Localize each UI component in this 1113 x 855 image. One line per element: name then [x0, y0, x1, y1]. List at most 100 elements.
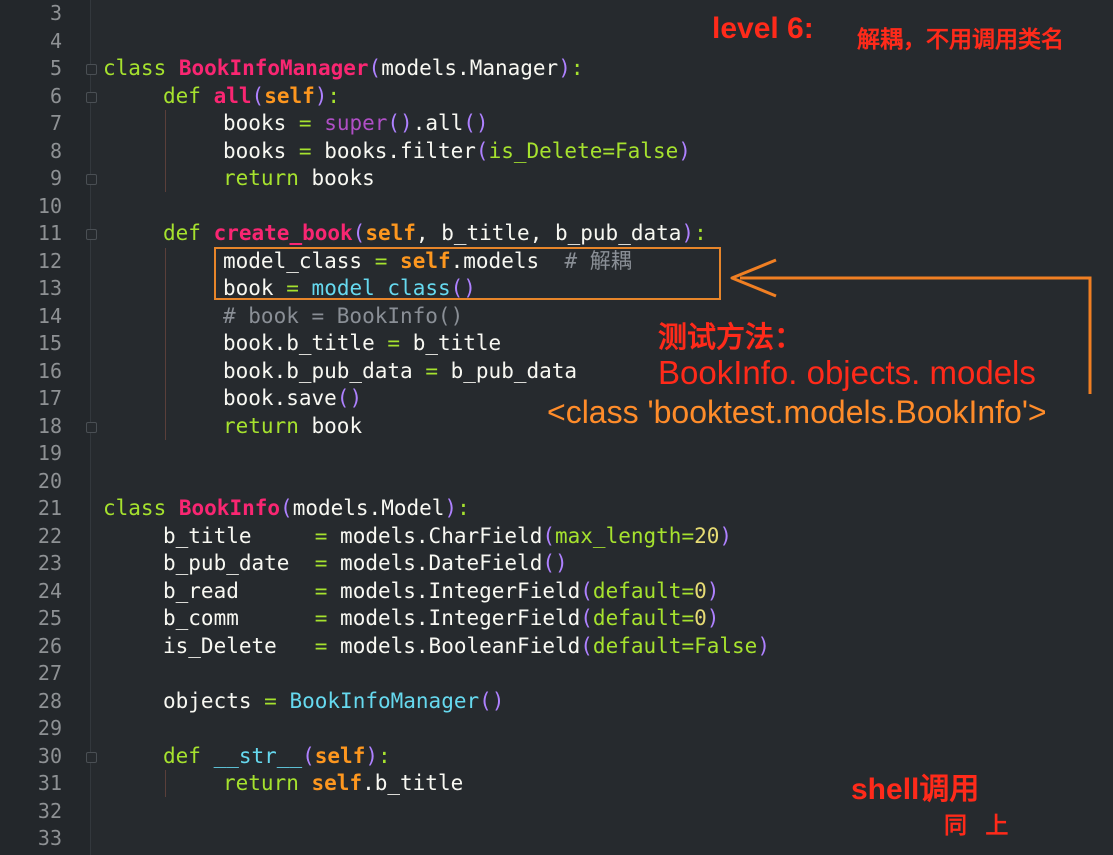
variable: objects — [163, 688, 252, 713]
operator: = — [681, 578, 695, 603]
paren: ) — [678, 138, 691, 163]
code-line: # book = BookInfo() — [223, 303, 463, 331]
paren: ) — [757, 633, 770, 658]
highlight-box — [214, 247, 721, 300]
paren: ) — [365, 743, 378, 768]
line-number: 12 — [37, 248, 62, 273]
number: 0 — [694, 606, 707, 630]
fold-marker-icon[interactable] — [86, 92, 97, 103]
line-number: 21 — [37, 496, 62, 520]
number: 0 — [694, 578, 707, 603]
paren: () — [542, 551, 568, 575]
self-param: self — [365, 221, 416, 245]
method-call: models.BooleanField — [340, 633, 581, 658]
annotation-test-expression: BookInfo. objects. models — [658, 354, 1036, 391]
fold-marker-icon[interactable] — [86, 174, 97, 185]
paren: ( — [542, 523, 555, 548]
operator: = — [314, 551, 328, 575]
paren: ) — [558, 56, 571, 80]
paren: ) — [444, 496, 458, 520]
number: 20 — [694, 523, 720, 548]
method-call: models.CharField — [340, 523, 543, 548]
attribute: book.b_pub_data — [223, 358, 413, 383]
keyword: class — [103, 496, 167, 520]
line-number: 6 — [49, 83, 62, 108]
line-number: 16 — [37, 358, 62, 383]
comment: # book = BookInfo() — [223, 303, 464, 328]
paren: ( — [280, 496, 293, 520]
code-line: b_read = models.IntegerField(default=0) — [163, 578, 719, 606]
indent-guide — [165, 248, 166, 440]
annotation-level-note: 解耦，不用调用类名 — [857, 26, 1064, 52]
line-number: 11 — [37, 221, 62, 245]
line-number: 9 — [49, 166, 62, 190]
indent-guide — [165, 110, 166, 192]
fold-marker-icon[interactable] — [86, 752, 97, 763]
line-number: 32 — [37, 798, 62, 823]
operator: = — [681, 633, 695, 658]
code-line: b_pub_date = models.DateField() — [163, 550, 568, 578]
operator: = — [298, 138, 312, 163]
attribute: .b_title — [362, 771, 464, 795]
paren: ( — [352, 221, 366, 245]
constant: False — [694, 633, 758, 658]
paren: ) — [706, 578, 720, 603]
function-name: create_book — [213, 221, 353, 245]
line-number: 19 — [37, 441, 62, 465]
annotation-shell: shell调用 — [851, 773, 980, 806]
keyword: return — [223, 166, 299, 190]
code-line: return self.b_title — [223, 770, 463, 798]
line-number: 13 — [37, 276, 62, 300]
code-editor[interactable]: 3 4 5 6 7 8 9 10 11 12 13 14 15 16 17 18… — [0, 0, 1113, 855]
line-number: 26 — [37, 633, 62, 658]
line-number: 33 — [37, 826, 62, 850]
operator: = — [264, 688, 277, 713]
code-line: book.b_title = b_title — [223, 330, 501, 358]
operator: = — [681, 523, 695, 548]
fold-marker-icon[interactable] — [86, 64, 97, 75]
line-number: 7 — [49, 111, 62, 135]
variable: book — [311, 413, 363, 438]
variable: b_title — [412, 331, 502, 355]
line-number: 28 — [37, 688, 62, 713]
class-instantiation: BookInfoManager — [289, 688, 480, 713]
fold-marker-icon[interactable] — [86, 229, 97, 240]
colon: : — [570, 56, 584, 80]
paren: ( — [580, 606, 593, 630]
code-line: class BookInfoManager(models.Manager): — [103, 55, 584, 83]
line-number: 5 — [49, 56, 62, 80]
colon: : — [694, 221, 707, 245]
paren: ) — [719, 523, 733, 548]
fold-marker-icon[interactable] — [86, 422, 97, 433]
attribute: book.b_title — [223, 331, 375, 355]
line-number: 23 — [37, 551, 62, 575]
self-param: self — [314, 743, 366, 768]
colon: : — [378, 743, 391, 768]
field-name: b_pub_date — [163, 551, 303, 575]
line-number: 4 — [49, 28, 62, 53]
code-line: return books — [223, 165, 375, 193]
keyword: def — [163, 221, 201, 245]
keyword: return — [223, 413, 299, 438]
paren: ) — [706, 606, 720, 630]
line-number: 27 — [37, 661, 62, 685]
self-keyword: self — [311, 771, 363, 795]
code-line: b_comm = models.IntegerField(default=0) — [163, 605, 719, 633]
annotation-test-result: <class 'booktest.models.BookInfo'> — [547, 394, 1047, 430]
method-call: books.filter — [324, 138, 476, 163]
line-number: 31 — [37, 771, 62, 795]
operator: = — [314, 633, 328, 658]
constant: False — [615, 138, 679, 163]
function-name: all — [213, 83, 252, 108]
paren: ( — [475, 138, 489, 163]
code-line: books = super().all() — [223, 110, 489, 138]
line-number: 24 — [37, 578, 62, 603]
variable: books — [311, 166, 375, 190]
variable: books — [223, 138, 287, 163]
paren: ) — [681, 221, 695, 245]
annotation-level: level 6: — [712, 12, 814, 45]
line-number: 14 — [37, 303, 62, 328]
keyword-argument: default — [592, 633, 682, 658]
line-number: 30 — [37, 743, 62, 768]
operator: = — [681, 606, 695, 630]
